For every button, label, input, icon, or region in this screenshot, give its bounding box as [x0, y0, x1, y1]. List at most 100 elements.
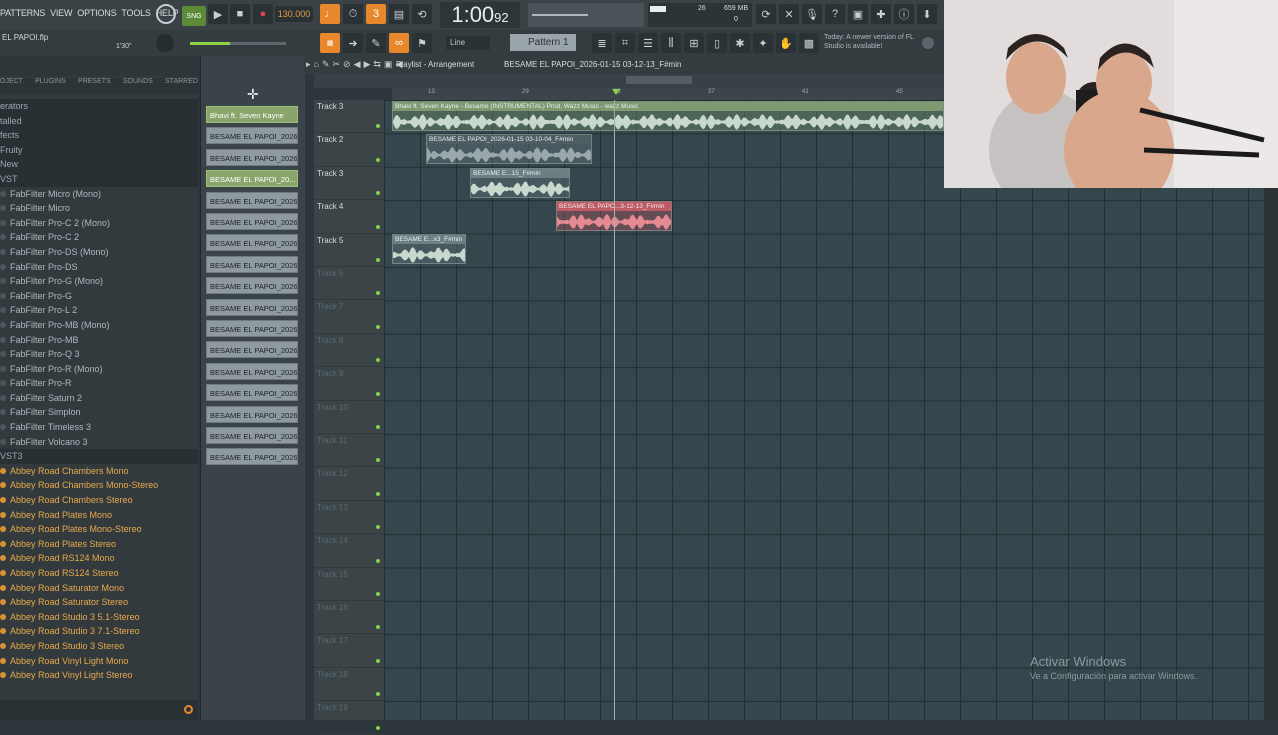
playlist-scroll-bar[interactable]	[314, 74, 944, 88]
track-mute-led[interactable]	[376, 558, 380, 563]
track-header[interactable]: Track 3	[314, 100, 384, 134]
browser-icon[interactable]: ⊞	[684, 33, 704, 53]
browser-plugin-item[interactable]: Abbey Road RS124 Mono	[0, 551, 198, 566]
browser-folder[interactable]: fects	[0, 128, 198, 143]
touch-icon[interactable]: ✋	[776, 33, 796, 53]
menu-view[interactable]: VIEW	[50, 8, 72, 18]
browser-plugin-item[interactable]: FabFilter Pro-R	[0, 376, 198, 391]
browser-plugin-item[interactable]: FabFilter Pro-L 2	[0, 303, 198, 318]
pat-song-toggle[interactable]: SNG	[182, 6, 206, 26]
vertical-scrollbar[interactable]	[1264, 188, 1278, 720]
browser-folder[interactable]: erators	[0, 99, 198, 114]
browser-plugin-item[interactable]: FabFilter Pro-DS (Mono)	[0, 245, 198, 260]
browser-plugin-item[interactable]: Abbey Road Chambers Mono	[0, 464, 198, 479]
channel-button[interactable]: BESAME EL PAPOI_2026-...	[206, 320, 298, 337]
metronome-button[interactable]: ♩	[320, 4, 340, 24]
browser-folder[interactable]: VST	[0, 171, 198, 187]
track-mute-led[interactable]	[376, 157, 380, 162]
browser-plugin-item[interactable]: Abbey Road Chambers Stereo	[0, 493, 198, 508]
playhead[interactable]	[614, 100, 615, 720]
browser-plugin-item[interactable]: FabFilter Simplon	[0, 405, 198, 420]
track-header[interactable]: Track 13	[314, 501, 384, 535]
track-mute-led[interactable]	[376, 391, 380, 396]
track-header[interactable]: Track 5	[314, 234, 384, 267]
browser-plugin-item[interactable]: FabFilter Pro-MB (Mono)	[0, 318, 198, 333]
stamp-icon[interactable]: ⚑	[412, 33, 432, 53]
time-display[interactable]: 1:0092	[440, 2, 520, 28]
plugin-icon[interactable]: ✚	[871, 4, 891, 24]
browser-plugin-item[interactable]: FabFilter Pro-C 2	[0, 230, 198, 245]
wait-for-input-button[interactable]: ⏱	[343, 4, 363, 24]
channel-button[interactable]: BESAME EL PAPOI_2026-...	[206, 255, 298, 273]
browser-plugin-item[interactable]: Abbey Road Plates Mono	[0, 508, 198, 523]
menu-tools[interactable]: TOOLS	[121, 8, 151, 18]
track-mute-led[interactable]	[376, 692, 380, 697]
channel-button[interactable]: BESAME EL PAPOI_2026-...	[206, 127, 298, 145]
channel-button[interactable]: BESAME EL PAPOI_2026-...	[206, 362, 298, 380]
channel-button[interactable]: BESAME EL PAPOI_2026-...	[206, 148, 298, 166]
browser-folder[interactable]: VST3	[0, 449, 198, 464]
record-button[interactable]: ●	[253, 4, 273, 24]
pencil-icon[interactable]: ✎	[366, 33, 386, 53]
track-mute-led[interactable]	[376, 525, 380, 530]
track-header[interactable]: Track 2	[314, 133, 384, 167]
channel-button[interactable]: BESAME EL PAPOI_2026-...	[206, 191, 298, 209]
browser-plugin-item[interactable]: Abbey Road Saturator Stereo	[0, 595, 198, 610]
arrow-button[interactable]: ➜	[343, 33, 363, 53]
track-header[interactable]: Track 7	[314, 300, 384, 334]
track-header[interactable]: Track 4	[314, 200, 384, 234]
audio-clip[interactable]: BESAME E...15_F#min	[470, 168, 570, 198]
track-mute-led[interactable]	[376, 124, 380, 129]
track-mute-led[interactable]	[376, 257, 380, 262]
channel-button[interactable]: BESAME EL PAPOI_2026-...	[206, 341, 298, 359]
track-header[interactable]: Track 8	[314, 334, 384, 368]
browser-folder[interactable]: New	[0, 157, 198, 172]
browser-plugin-item[interactable]: FabFilter Timeless 3	[0, 420, 198, 435]
track-header[interactable]: Track 18	[314, 668, 384, 702]
browser-folder[interactable]: Fruity	[0, 142, 198, 158]
track-header[interactable]: Track 6	[314, 267, 384, 301]
tab-starred[interactable]: STARRED	[165, 78, 198, 94]
tab-plugins[interactable]: PLUGINS	[35, 78, 66, 94]
master-volume-knob[interactable]	[156, 4, 176, 24]
track-mute-led[interactable]	[376, 725, 380, 730]
track-header[interactable]: Track 9	[314, 367, 384, 401]
audio-clip[interactable]: Bhavi ft. Seven Kayne - Besame (INSTRUME…	[392, 101, 944, 131]
add-channel-icon[interactable]: ✛	[247, 86, 259, 103]
mixer-icon[interactable]: ✕	[779, 4, 799, 24]
browser-plugin-item[interactable]: Abbey Road Chambers Mono-Stereo	[0, 478, 198, 493]
track-mute-led[interactable]	[376, 458, 380, 463]
browser-plugin-item[interactable]: Abbey Road Saturator Mono	[0, 581, 198, 596]
grid-icon[interactable]: ▩	[799, 33, 819, 53]
menu-patterns[interactable]: PATTERNS	[0, 8, 45, 18]
stop-button[interactable]: ■	[230, 4, 250, 24]
file-icon[interactable]: ▯	[707, 33, 727, 53]
channel-button[interactable]: BESAME EL PAPOI_2026-...	[206, 298, 298, 316]
browser-plugin-item[interactable]: FabFilter Saturn 2	[0, 391, 198, 406]
menu-options[interactable]: OPTIONS	[77, 8, 116, 18]
browser-plugin-item[interactable]: FabFilter Pro-G (Mono)	[0, 274, 198, 289]
browser-plugin-item[interactable]: Abbey Road Plates Stereo	[0, 537, 198, 552]
countdown-button[interactable]: 3	[366, 4, 386, 24]
track-header[interactable]: Track 12	[314, 467, 384, 501]
tab-presets[interactable]: PRESETS	[78, 78, 111, 94]
channel-rack-icon[interactable]: ☰	[638, 33, 658, 53]
browser-plugin-item[interactable]: FabFilter Pro-G	[0, 289, 198, 304]
tab-sounds[interactable]: SOUNDS	[123, 78, 153, 94]
browser-plugin-item[interactable]: FabFilter Micro (Mono)	[0, 187, 198, 202]
refresh-icon[interactable]: ⟳	[756, 4, 776, 24]
download-icon[interactable]: ⬇	[917, 4, 937, 24]
browser-folder[interactable]: talled	[0, 113, 198, 129]
track-mute-led[interactable]	[376, 358, 380, 363]
track-header[interactable]: Track 17	[314, 634, 384, 668]
audio-clip[interactable]: BESAME EL PAPOI_2026-01-15 03-10-04_F#mi…	[426, 134, 592, 164]
track-header[interactable]: Track 15	[314, 568, 384, 601]
tab-project[interactable]: OJECT	[0, 78, 23, 94]
play-button[interactable]: ▶	[208, 4, 228, 24]
track-header[interactable]: Track 10	[314, 401, 384, 434]
link-icon[interactable]: ∞	[389, 33, 409, 53]
browser-plugin-item[interactable]: Abbey Road Vinyl Light Stereo	[0, 668, 198, 683]
tempo-display[interactable]: 130.000	[275, 6, 313, 22]
browser-plugin-item[interactable]: FabFilter Pro-R (Mono)	[0, 362, 198, 377]
channel-button[interactable]: BESAME EL PAPOI_2026-...	[206, 427, 298, 444]
